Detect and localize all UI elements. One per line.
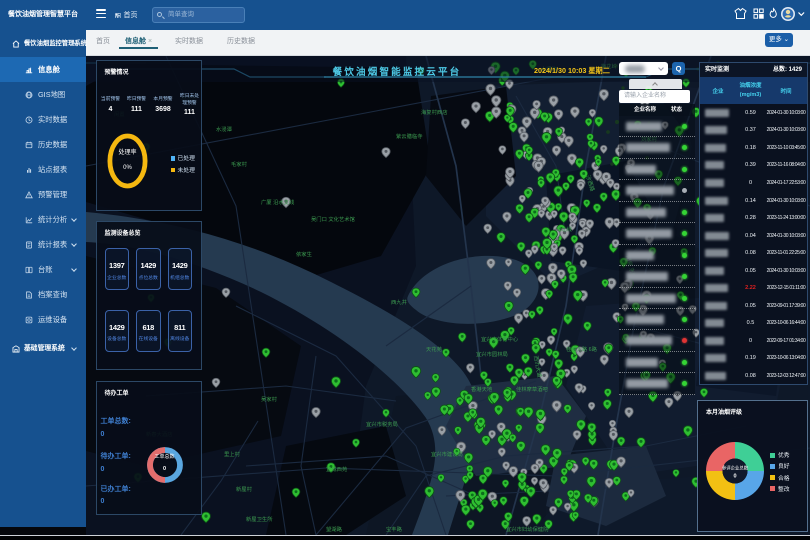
svg-text:沈北线: 沈北线	[556, 225, 573, 233]
svg-text:广厦 沿水支线: 广厦 沿水支线	[261, 198, 295, 206]
svg-text:依家生: 依家生	[296, 250, 313, 258]
svg-text:宜兴市园林局: 宜兴市园林局	[476, 350, 508, 358]
svg-text:佳林摩草酒吧: 佳林摩草酒吧	[516, 385, 548, 393]
svg-text:宝丰路: 宝丰路	[386, 525, 403, 533]
svg-text:桂林大路 6路: 桂林大路 6路	[566, 345, 598, 353]
svg-text:宜兴市妇幼保健院: 宜兴市妇幼保健院	[506, 525, 549, 533]
svg-text:宜兴市建设局: 宜兴市建设局	[431, 450, 463, 458]
svg-text:新屋村: 新屋村	[236, 485, 253, 493]
svg-text:天花苑: 天花苑	[426, 345, 443, 353]
svg-text:香港天地: 香港天地	[471, 385, 493, 393]
svg-text:紫云膳临寺: 紫云膳临寺	[396, 132, 423, 140]
svg-text:海复村西店: 海复村西店	[421, 108, 448, 116]
svg-text:宜兴市体育中心: 宜兴市体育中心	[481, 335, 519, 343]
svg-text:宜兴市税务局: 宜兴市税务局	[366, 420, 398, 428]
svg-text:里上村: 里上村	[224, 450, 241, 458]
svg-text:吴家村: 吴家村	[261, 395, 278, 403]
svg-text:参评企业总数: 参评企业总数	[722, 465, 749, 472]
svg-text:毛家村: 毛家村	[231, 160, 248, 168]
svg-text:宜城西苑: 宜城西苑	[326, 465, 348, 473]
svg-text:新屋卫生所: 新屋卫生所	[246, 515, 273, 523]
svg-text:吴门口 文化艺术馆: 吴门口 文化艺术馆	[311, 215, 355, 223]
svg-text:水浸潭: 水浸潭	[216, 125, 233, 133]
svg-text:西九井: 西九井	[391, 298, 407, 306]
svg-text:望湖路: 望湖路	[326, 525, 343, 533]
svg-text:0: 0	[733, 474, 736, 480]
